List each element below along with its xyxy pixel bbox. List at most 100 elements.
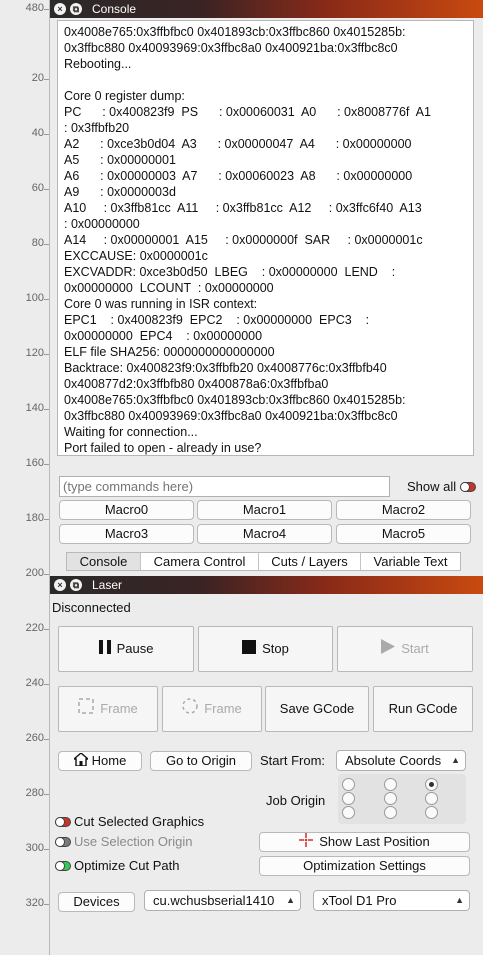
origin-top-right-radio[interactable] [425, 778, 438, 791]
port-select[interactable]: cu.wchusbserial1410 ▲ [144, 890, 301, 911]
home-button[interactable]: Home [58, 751, 142, 771]
console-title: Console [92, 2, 137, 16]
show-last-position-button[interactable]: Show Last Position [259, 832, 470, 852]
ruler-tick-label: 240 [25, 677, 44, 689]
ruler-tick-mark [44, 904, 49, 905]
macro0-button[interactable]: Macro0 [59, 500, 194, 520]
console-line: PC : 0x400823f9 PS : 0x00060031 A0 : 0x8… [64, 105, 431, 119]
macro1-button[interactable]: Macro1 [197, 500, 332, 520]
macro2-button[interactable]: Macro2 [336, 500, 471, 520]
macro4-button[interactable]: Macro4 [197, 524, 332, 544]
stop-icon [242, 628, 257, 672]
devices-button[interactable]: Devices [58, 892, 135, 912]
ruler-tick-mark [44, 794, 49, 795]
ruler-tick-label: 280 [25, 787, 44, 799]
start-from-select[interactable]: Absolute Coords ▲ [336, 750, 466, 771]
show-all-toggle[interactable]: Show all [407, 479, 476, 494]
ruler-tick-label: 180 [25, 512, 44, 524]
home-icon [71, 751, 90, 771]
optimize-cut-path-switch-icon[interactable] [55, 860, 71, 871]
console-line: : 0x00000000 [64, 217, 140, 231]
origin-middle-center-radio[interactable] [384, 792, 397, 805]
close-icon[interactable]: × [54, 579, 66, 591]
use-selection-origin-toggle-row[interactable]: Use Selection Origin [55, 834, 193, 849]
ruler-tick-mark [44, 684, 49, 685]
console-line: 0x3ffbc880 0x40093969:0x3ffbc8a0 0x40092… [64, 409, 398, 423]
ruler-tick-label: 140 [25, 402, 44, 414]
cut-selected-label: Cut Selected Graphics [74, 814, 205, 829]
go-to-origin-button[interactable]: Go to Origin [150, 751, 252, 771]
frame-rect-button[interactable]: Frame [58, 686, 158, 732]
vertical-ruler: 480 20 40 60 80 100 120 140 160 180 200 220 240 260 28… [0, 0, 50, 955]
ruler-tick-mark [44, 189, 49, 190]
tab-camera-control[interactable]: Camera Control [141, 553, 259, 570]
optimize-cut-path-toggle-row[interactable]: Optimize Cut Path [55, 858, 180, 873]
tab-console[interactable]: Console [67, 553, 141, 570]
float-icon[interactable]: ⧉ [70, 3, 82, 15]
pause-button[interactable]: Pause [58, 626, 194, 672]
optimization-settings-button[interactable]: Optimization Settings [259, 856, 470, 876]
pause-icon [98, 628, 111, 672]
crosshair-icon [299, 833, 314, 852]
origin-top-center-radio[interactable] [384, 778, 397, 791]
ruler-tick-mark [44, 244, 49, 245]
frame-rect-label: Frame [100, 701, 138, 716]
ruler-tick-mark [44, 849, 49, 850]
stop-button[interactable]: Stop [198, 626, 333, 672]
ruler-tick-label: 160 [25, 457, 44, 469]
console-line: Backtrace: 0x400823f9:0x3ffbfb20 0x40087… [64, 361, 387, 375]
close-icon[interactable]: × [54, 3, 66, 15]
ruler-tick-label: 80 [31, 237, 44, 249]
start-from-label: Start From: [260, 753, 326, 768]
use-selection-origin-label: Use Selection Origin [74, 834, 193, 849]
tab-variable-text[interactable]: Variable Text [361, 553, 460, 570]
origin-middle-right-radio[interactable] [425, 792, 438, 805]
origin-bottom-center-radio[interactable] [384, 806, 397, 819]
ruler-tick-mark [44, 739, 49, 740]
cut-selected-switch-icon[interactable] [55, 816, 71, 827]
device-select[interactable]: xTool D1 Pro ▲ [313, 890, 470, 911]
chevron-updown-icon: ▲ [286, 895, 295, 905]
show-last-position-label: Show Last Position [319, 834, 430, 849]
ruler-tick-mark [44, 519, 49, 520]
console-line: A10 : 0x3ffb81cc A11 : 0x3ffb81cc A12 : … [64, 201, 422, 215]
console-line: 0x00000000 LCOUNT : 0x00000000 [64, 281, 274, 295]
show-all-switch-icon[interactable] [460, 482, 476, 492]
frame-circle-label: Frame [204, 701, 242, 716]
console-line: A5 : 0x00000001 [64, 153, 176, 167]
port-value: cu.wchusbserial1410 [153, 893, 275, 908]
use-selection-origin-switch-icon[interactable] [55, 836, 71, 847]
ruler-tick-mark [44, 574, 49, 575]
console-line: A9 : 0x0000003d [64, 185, 176, 199]
float-icon[interactable]: ⧉ [70, 579, 82, 591]
console-line: EXCVADDR: 0xce3b0d50 LBEG : 0x00000000 L… [64, 265, 396, 279]
command-input[interactable] [59, 476, 390, 497]
save-gcode-button[interactable]: Save GCode [265, 686, 369, 732]
ruler-tick-label: 260 [25, 732, 44, 744]
macro5-button[interactable]: Macro5 [336, 524, 471, 544]
origin-bottom-right-radio[interactable] [425, 806, 438, 819]
origin-top-left-radio[interactable] [342, 778, 355, 791]
origin-bottom-left-radio[interactable] [342, 806, 355, 819]
home-label: Home [91, 753, 127, 768]
cut-selected-toggle-row[interactable]: Cut Selected Graphics [55, 814, 204, 829]
ruler-tick-label: 220 [25, 622, 44, 634]
console-line: 0x00000000 EPC4 : 0x00000000 [64, 329, 263, 343]
ruler-tick-mark [44, 409, 49, 410]
console-output[interactable]: 0x4008e765:0x3ffbfbc0 0x401893cb:0x3ffbc… [57, 20, 474, 456]
ruler-tick-label: 100 [25, 292, 44, 304]
console-line: Waiting for connection... [64, 425, 198, 439]
origin-middle-left-radio[interactable] [342, 792, 355, 805]
ruler-tick-mark [44, 464, 49, 465]
console-line: A2 : 0xce3b0d04 A3 : 0x00000047 A4 : 0x0… [64, 137, 412, 151]
pause-label: Pause [116, 641, 154, 656]
tab-cuts-layers[interactable]: Cuts / Layers [259, 553, 361, 570]
console-line: 0x3ffbc880 0x40093969:0x3ffbc8a0 0x40092… [64, 41, 398, 55]
ruler-tick-mark [44, 134, 49, 135]
macro3-button[interactable]: Macro3 [59, 524, 194, 544]
frame-circle-button[interactable]: Frame [162, 686, 262, 732]
run-gcode-button[interactable]: Run GCode [373, 686, 473, 732]
start-label: Start [401, 641, 429, 656]
start-button[interactable]: Start [337, 626, 473, 672]
